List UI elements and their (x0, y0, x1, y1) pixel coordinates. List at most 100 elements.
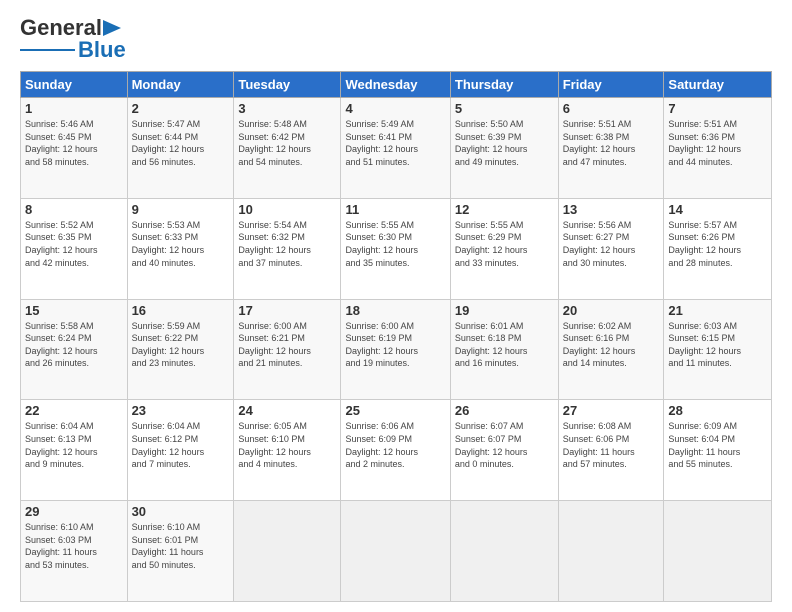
calendar-cell: 5 Sunrise: 5:50 AM Sunset: 6:39 PM Daylig… (450, 98, 558, 199)
day-number: 22 (25, 403, 123, 418)
calendar-table: SundayMondayTuesdayWednesdayThursdayFrid… (20, 71, 772, 602)
calendar-cell: 14 Sunrise: 5:57 AM Sunset: 6:26 PM Dayli… (664, 198, 772, 299)
weekday-header: Friday (558, 72, 664, 98)
logo: General Blue (20, 15, 126, 63)
day-number: 23 (132, 403, 230, 418)
weekday-header: Wednesday (341, 72, 450, 98)
calendar-cell: 12Sunrise: 5:55 AM Sunset: 6:29 PM Dayli… (450, 198, 558, 299)
calendar-cell: 6Sunrise: 5:51 AM Sunset: 6:38 PM Daylig… (558, 98, 664, 199)
day-info: Sunrise: 6:07 AM Sunset: 6:07 PM Dayligh… (455, 420, 554, 470)
calendar-cell: 9 Sunrise: 5:53 AM Sunset: 6:33 PM Daylig… (127, 198, 234, 299)
day-number: 3 (238, 101, 336, 116)
calendar-cell (450, 501, 558, 602)
day-info: Sunrise: 6:05 AM Sunset: 6:10 PM Dayligh… (238, 420, 336, 470)
day-number: 7 (668, 101, 767, 116)
day-info: Sunrise: 5:59 AM Sunset: 6:22 PM Dayligh… (132, 320, 230, 370)
weekday-header: Thursday (450, 72, 558, 98)
calendar-cell: 25 Sunrise: 6:06 AM Sunset: 6:09 PM Dayli… (341, 400, 450, 501)
day-number: 28 (668, 403, 767, 418)
calendar-cell: 18 Sunrise: 6:00 AM Sunset: 6:19 PM Dayli… (341, 299, 450, 400)
calendar-cell (558, 501, 664, 602)
day-info: Sunrise: 5:55 AM Sunset: 6:30 PM Dayligh… (345, 219, 445, 269)
calendar-cell: 1 Sunrise: 5:46 AM Sunset: 6:45 PM Daylig… (21, 98, 128, 199)
calendar-cell: 17 Sunrise: 6:00 AM Sunset: 6:21 PM Dayli… (234, 299, 341, 400)
day-number: 1 (25, 101, 123, 116)
calendar-cell (664, 501, 772, 602)
day-info: Sunrise: 6:10 AM Sunset: 6:03 PM Dayligh… (25, 521, 123, 571)
day-number: 18 (345, 303, 445, 318)
day-info: Sunrise: 5:48 AM Sunset: 6:42 PM Dayligh… (238, 118, 336, 168)
calendar-cell: 20Sunrise: 6:02 AM Sunset: 6:16 PM Dayli… (558, 299, 664, 400)
calendar-week-row: 15 Sunrise: 5:58 AM Sunset: 6:24 PM Dayli… (21, 299, 772, 400)
day-info: Sunrise: 6:09 AM Sunset: 6:04 PM Dayligh… (668, 420, 767, 470)
day-info: Sunrise: 5:54 AM Sunset: 6:32 PM Dayligh… (238, 219, 336, 269)
day-number: 17 (238, 303, 336, 318)
day-number: 21 (668, 303, 767, 318)
weekday-header: Monday (127, 72, 234, 98)
day-info: Sunrise: 6:00 AM Sunset: 6:21 PM Dayligh… (238, 320, 336, 370)
weekday-header: Tuesday (234, 72, 341, 98)
day-info: Sunrise: 5:53 AM Sunset: 6:33 PM Dayligh… (132, 219, 230, 269)
day-number: 30 (132, 504, 230, 519)
day-info: Sunrise: 5:58 AM Sunset: 6:24 PM Dayligh… (25, 320, 123, 370)
calendar-cell: 16 Sunrise: 5:59 AM Sunset: 6:22 PM Dayli… (127, 299, 234, 400)
day-number: 16 (132, 303, 230, 318)
day-info: Sunrise: 5:50 AM Sunset: 6:39 PM Dayligh… (455, 118, 554, 168)
calendar-header: SundayMondayTuesdayWednesdayThursdayFrid… (21, 72, 772, 98)
day-number: 2 (132, 101, 230, 116)
day-info: Sunrise: 5:57 AM Sunset: 6:26 PM Dayligh… (668, 219, 767, 269)
day-info: Sunrise: 5:51 AM Sunset: 6:38 PM Dayligh… (563, 118, 660, 168)
day-info: Sunrise: 6:01 AM Sunset: 6:18 PM Dayligh… (455, 320, 554, 370)
calendar-cell: 28 Sunrise: 6:09 AM Sunset: 6:04 PM Dayli… (664, 400, 772, 501)
day-info: Sunrise: 5:51 AM Sunset: 6:36 PM Dayligh… (668, 118, 767, 168)
day-info: Sunrise: 6:06 AM Sunset: 6:09 PM Dayligh… (345, 420, 445, 470)
calendar-cell (341, 501, 450, 602)
logo-underline (20, 49, 75, 52)
weekday-header: Saturday (664, 72, 772, 98)
day-info: Sunrise: 6:04 AM Sunset: 6:13 PM Dayligh… (25, 420, 123, 470)
weekday-row: SundayMondayTuesdayWednesdayThursdayFrid… (21, 72, 772, 98)
calendar-cell: 15 Sunrise: 5:58 AM Sunset: 6:24 PM Dayli… (21, 299, 128, 400)
day-number: 8 (25, 202, 123, 217)
calendar-cell: 8 Sunrise: 5:52 AM Sunset: 6:35 PM Daylig… (21, 198, 128, 299)
day-info: Sunrise: 6:10 AM Sunset: 6:01 PM Dayligh… (132, 521, 230, 571)
day-number: 10 (238, 202, 336, 217)
day-number: 5 (455, 101, 554, 116)
calendar-cell: 22 Sunrise: 6:04 AM Sunset: 6:13 PM Dayli… (21, 400, 128, 501)
day-number: 15 (25, 303, 123, 318)
day-info: Sunrise: 6:04 AM Sunset: 6:12 PM Dayligh… (132, 420, 230, 470)
day-number: 20 (563, 303, 660, 318)
calendar-cell: 13 Sunrise: 5:56 AM Sunset: 6:27 PM Dayli… (558, 198, 664, 299)
calendar-cell: 10 Sunrise: 5:54 AM Sunset: 6:32 PM Dayli… (234, 198, 341, 299)
day-number: 14 (668, 202, 767, 217)
day-number: 12 (455, 202, 554, 217)
day-number: 25 (345, 403, 445, 418)
page: General Blue SundayMondayTuesdayWednesda… (0, 0, 792, 612)
calendar-cell: 3 Sunrise: 5:48 AM Sunset: 6:42 PM Daylig… (234, 98, 341, 199)
day-number: 26 (455, 403, 554, 418)
calendar-cell: 26 Sunrise: 6:07 AM Sunset: 6:07 PM Dayli… (450, 400, 558, 501)
day-info: Sunrise: 5:56 AM Sunset: 6:27 PM Dayligh… (563, 219, 660, 269)
day-info: Sunrise: 5:52 AM Sunset: 6:35 PM Dayligh… (25, 219, 123, 269)
day-number: 9 (132, 202, 230, 217)
calendar-cell: 21 Sunrise: 6:03 AM Sunset: 6:15 PM Dayli… (664, 299, 772, 400)
calendar-cell (234, 501, 341, 602)
day-info: Sunrise: 6:03 AM Sunset: 6:15 PM Dayligh… (668, 320, 767, 370)
header: General Blue (20, 15, 772, 63)
logo-blue: Blue (78, 37, 126, 63)
day-info: Sunrise: 5:46 AM Sunset: 6:45 PM Dayligh… (25, 118, 123, 168)
calendar-cell: 24Sunrise: 6:05 AM Sunset: 6:10 PM Dayli… (234, 400, 341, 501)
calendar-cell: 29 Sunrise: 6:10 AM Sunset: 6:03 PM Dayli… (21, 501, 128, 602)
day-number: 13 (563, 202, 660, 217)
weekday-header: Sunday (21, 72, 128, 98)
calendar-week-row: 1 Sunrise: 5:46 AM Sunset: 6:45 PM Daylig… (21, 98, 772, 199)
calendar-week-row: 29 Sunrise: 6:10 AM Sunset: 6:03 PM Dayli… (21, 501, 772, 602)
day-info: Sunrise: 5:47 AM Sunset: 6:44 PM Dayligh… (132, 118, 230, 168)
day-number: 4 (345, 101, 445, 116)
day-info: Sunrise: 6:00 AM Sunset: 6:19 PM Dayligh… (345, 320, 445, 370)
calendar-week-row: 8 Sunrise: 5:52 AM Sunset: 6:35 PM Daylig… (21, 198, 772, 299)
day-number: 29 (25, 504, 123, 519)
calendar: SundayMondayTuesdayWednesdayThursdayFrid… (20, 71, 772, 602)
day-number: 19 (455, 303, 554, 318)
day-number: 11 (345, 202, 445, 217)
